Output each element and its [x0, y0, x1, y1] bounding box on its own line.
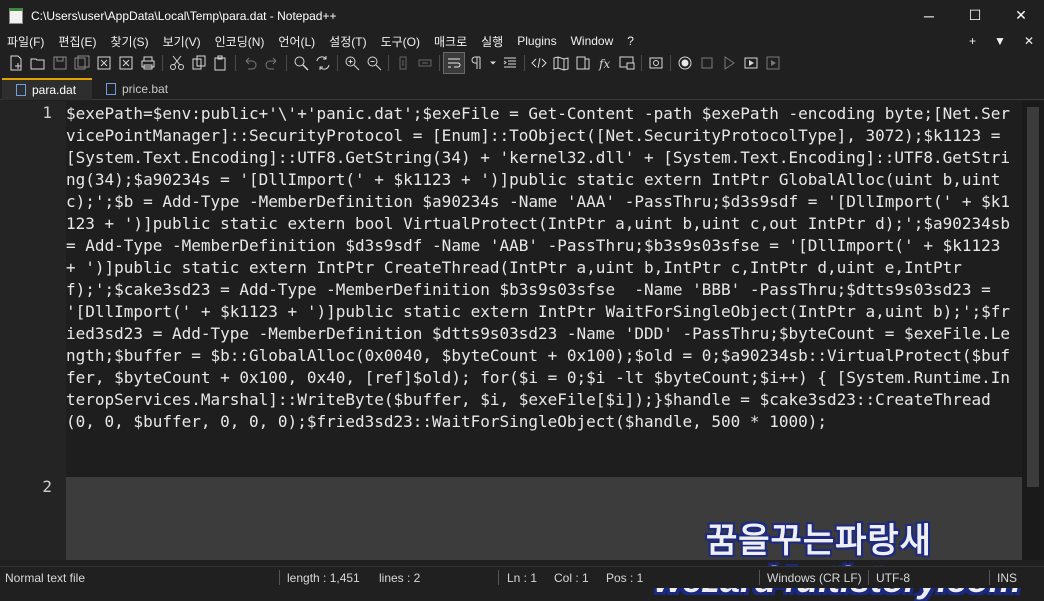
- menu-search[interactable]: 찾기(S): [103, 33, 155, 50]
- tab-list-dropdown[interactable]: ▼: [994, 34, 1006, 48]
- paste-icon[interactable]: [210, 52, 232, 74]
- menu-view[interactable]: 보기(V): [156, 33, 208, 50]
- tab-bar: para.dat price.bat: [0, 78, 1044, 100]
- status-eol: Windows (CR LF): [767, 570, 862, 585]
- chevron-down-icon[interactable]: [487, 52, 499, 74]
- save-icon[interactable]: [49, 52, 71, 74]
- save-all-icon[interactable]: [71, 52, 93, 74]
- replace-icon[interactable]: [312, 52, 334, 74]
- menu-encoding[interactable]: 인코딩(N): [208, 33, 272, 50]
- toolbar-separator: [162, 55, 163, 71]
- menu-plugins[interactable]: Plugins: [510, 34, 563, 48]
- menu-file[interactable]: 파일(F): [0, 33, 51, 50]
- menu-bar: 파일(F) 편집(E) 찾기(S) 보기(V) 인코딩(N) 언어(L) 설정(…: [0, 31, 1044, 51]
- status-insert-mode: INS: [997, 570, 1018, 585]
- close-all-icon[interactable]: [115, 52, 137, 74]
- tab-label: para.dat: [32, 83, 77, 97]
- stop-macro-icon[interactable]: [696, 52, 718, 74]
- doc-map-icon[interactable]: [550, 52, 572, 74]
- status-separator: [989, 570, 990, 585]
- status-position: Pos : 1: [606, 570, 644, 585]
- code-line-1[interactable]: $exePath=$env:public+'\'+'panic.dat';$ex…: [66, 103, 1016, 433]
- menu-macro[interactable]: 매크로: [427, 33, 474, 50]
- toolbar-separator: [439, 55, 440, 71]
- print-icon[interactable]: [137, 52, 159, 74]
- menu-window[interactable]: Window: [564, 34, 621, 48]
- zoom-out-icon[interactable]: [363, 52, 385, 74]
- play-macro-icon[interactable]: [718, 52, 740, 74]
- copy-icon[interactable]: [188, 52, 210, 74]
- status-line: Ln : 1: [507, 570, 538, 585]
- status-file-type: Normal text file: [5, 570, 86, 585]
- book-icon[interactable]: [572, 52, 594, 74]
- document-icon: [16, 84, 26, 96]
- undo-icon[interactable]: [239, 52, 261, 74]
- new-file-icon[interactable]: [5, 52, 27, 74]
- find-icon[interactable]: [290, 52, 312, 74]
- notepadpp-app-icon[interactable]: [9, 7, 23, 24]
- title-bar: C:\Users\user\AppData\Local\Temp\para.da…: [0, 0, 1044, 31]
- close-icon[interactable]: [93, 52, 115, 74]
- svg-text:fx: fx: [598, 57, 610, 71]
- menu-edit[interactable]: 편집(E): [51, 33, 103, 50]
- folder-workspace-icon[interactable]: [616, 52, 638, 74]
- close-window-button[interactable]: ✕: [998, 0, 1044, 31]
- vertical-scrollbar[interactable]: [1022, 101, 1044, 560]
- cut-icon[interactable]: [166, 52, 188, 74]
- new-tab-button[interactable]: +: [969, 34, 976, 48]
- menu-language[interactable]: 언어(L): [271, 33, 322, 50]
- line-number-gutter[interactable]: 1 2: [0, 101, 66, 560]
- window-title: C:\Users\user\AppData\Local\Temp\para.da…: [31, 8, 337, 23]
- close-document-button[interactable]: ✕: [1024, 34, 1034, 48]
- toolbar-separator: [388, 55, 389, 71]
- editor-area[interactable]: 1 2 $exePath=$env:public+'\'+'panic.dat'…: [0, 101, 1044, 600]
- toolbar-separator: [524, 55, 525, 71]
- sync-horizontal-icon[interactable]: [414, 52, 436, 74]
- status-encoding: UTF-8: [876, 570, 910, 585]
- toolbar-separator: [641, 55, 642, 71]
- minimize-button[interactable]: ─: [906, 0, 952, 31]
- open-file-icon[interactable]: [27, 52, 49, 74]
- indent-guide-icon[interactable]: [499, 52, 521, 74]
- status-length: length : 1,451: [287, 570, 360, 585]
- monitoring-icon[interactable]: [645, 52, 667, 74]
- zoom-in-icon[interactable]: [341, 52, 363, 74]
- function-list-icon[interactable]: fx: [594, 52, 616, 74]
- toolbar: fx: [0, 51, 1044, 75]
- menu-tools[interactable]: 도구(O): [374, 33, 427, 50]
- status-lines: lines : 2: [379, 570, 421, 585]
- tab-para-dat[interactable]: para.dat: [2, 78, 92, 100]
- line-number: 1: [42, 103, 52, 122]
- menu-settings[interactable]: 설정(T): [322, 33, 373, 50]
- watermark-korean: 꿈을꾸는파랑새: [706, 522, 932, 560]
- status-column: Col : 1: [554, 570, 589, 585]
- menu-help[interactable]: ?: [620, 34, 641, 48]
- toolbar-separator: [235, 55, 236, 71]
- status-bar: Normal text file length : 1,451 lines : …: [0, 566, 1044, 588]
- document-icon: [106, 83, 116, 95]
- sync-vertical-icon[interactable]: [392, 52, 414, 74]
- line-number: 2: [42, 477, 52, 496]
- show-all-chars-icon[interactable]: [465, 52, 487, 74]
- tab-price-bat[interactable]: price.bat: [92, 78, 178, 100]
- status-separator: [868, 570, 869, 585]
- status-separator: [498, 570, 499, 585]
- scrollbar-thumb[interactable]: [1027, 107, 1039, 487]
- run-macro-multiple-icon[interactable]: [740, 52, 762, 74]
- save-macro-icon[interactable]: [762, 52, 784, 74]
- maximize-button[interactable]: ☐: [952, 0, 998, 31]
- menu-run[interactable]: 실행: [474, 33, 510, 50]
- word-wrap-icon[interactable]: [443, 52, 465, 74]
- toolbar-separator: [337, 55, 338, 71]
- tab-label: price.bat: [122, 82, 169, 96]
- record-macro-icon[interactable]: [674, 52, 696, 74]
- redo-icon[interactable]: [261, 52, 283, 74]
- toolbar-separator: [670, 55, 671, 71]
- status-separator: [279, 570, 280, 585]
- toolbar-separator: [286, 55, 287, 71]
- xml-tag-icon[interactable]: [528, 52, 550, 74]
- status-separator: [759, 570, 760, 585]
